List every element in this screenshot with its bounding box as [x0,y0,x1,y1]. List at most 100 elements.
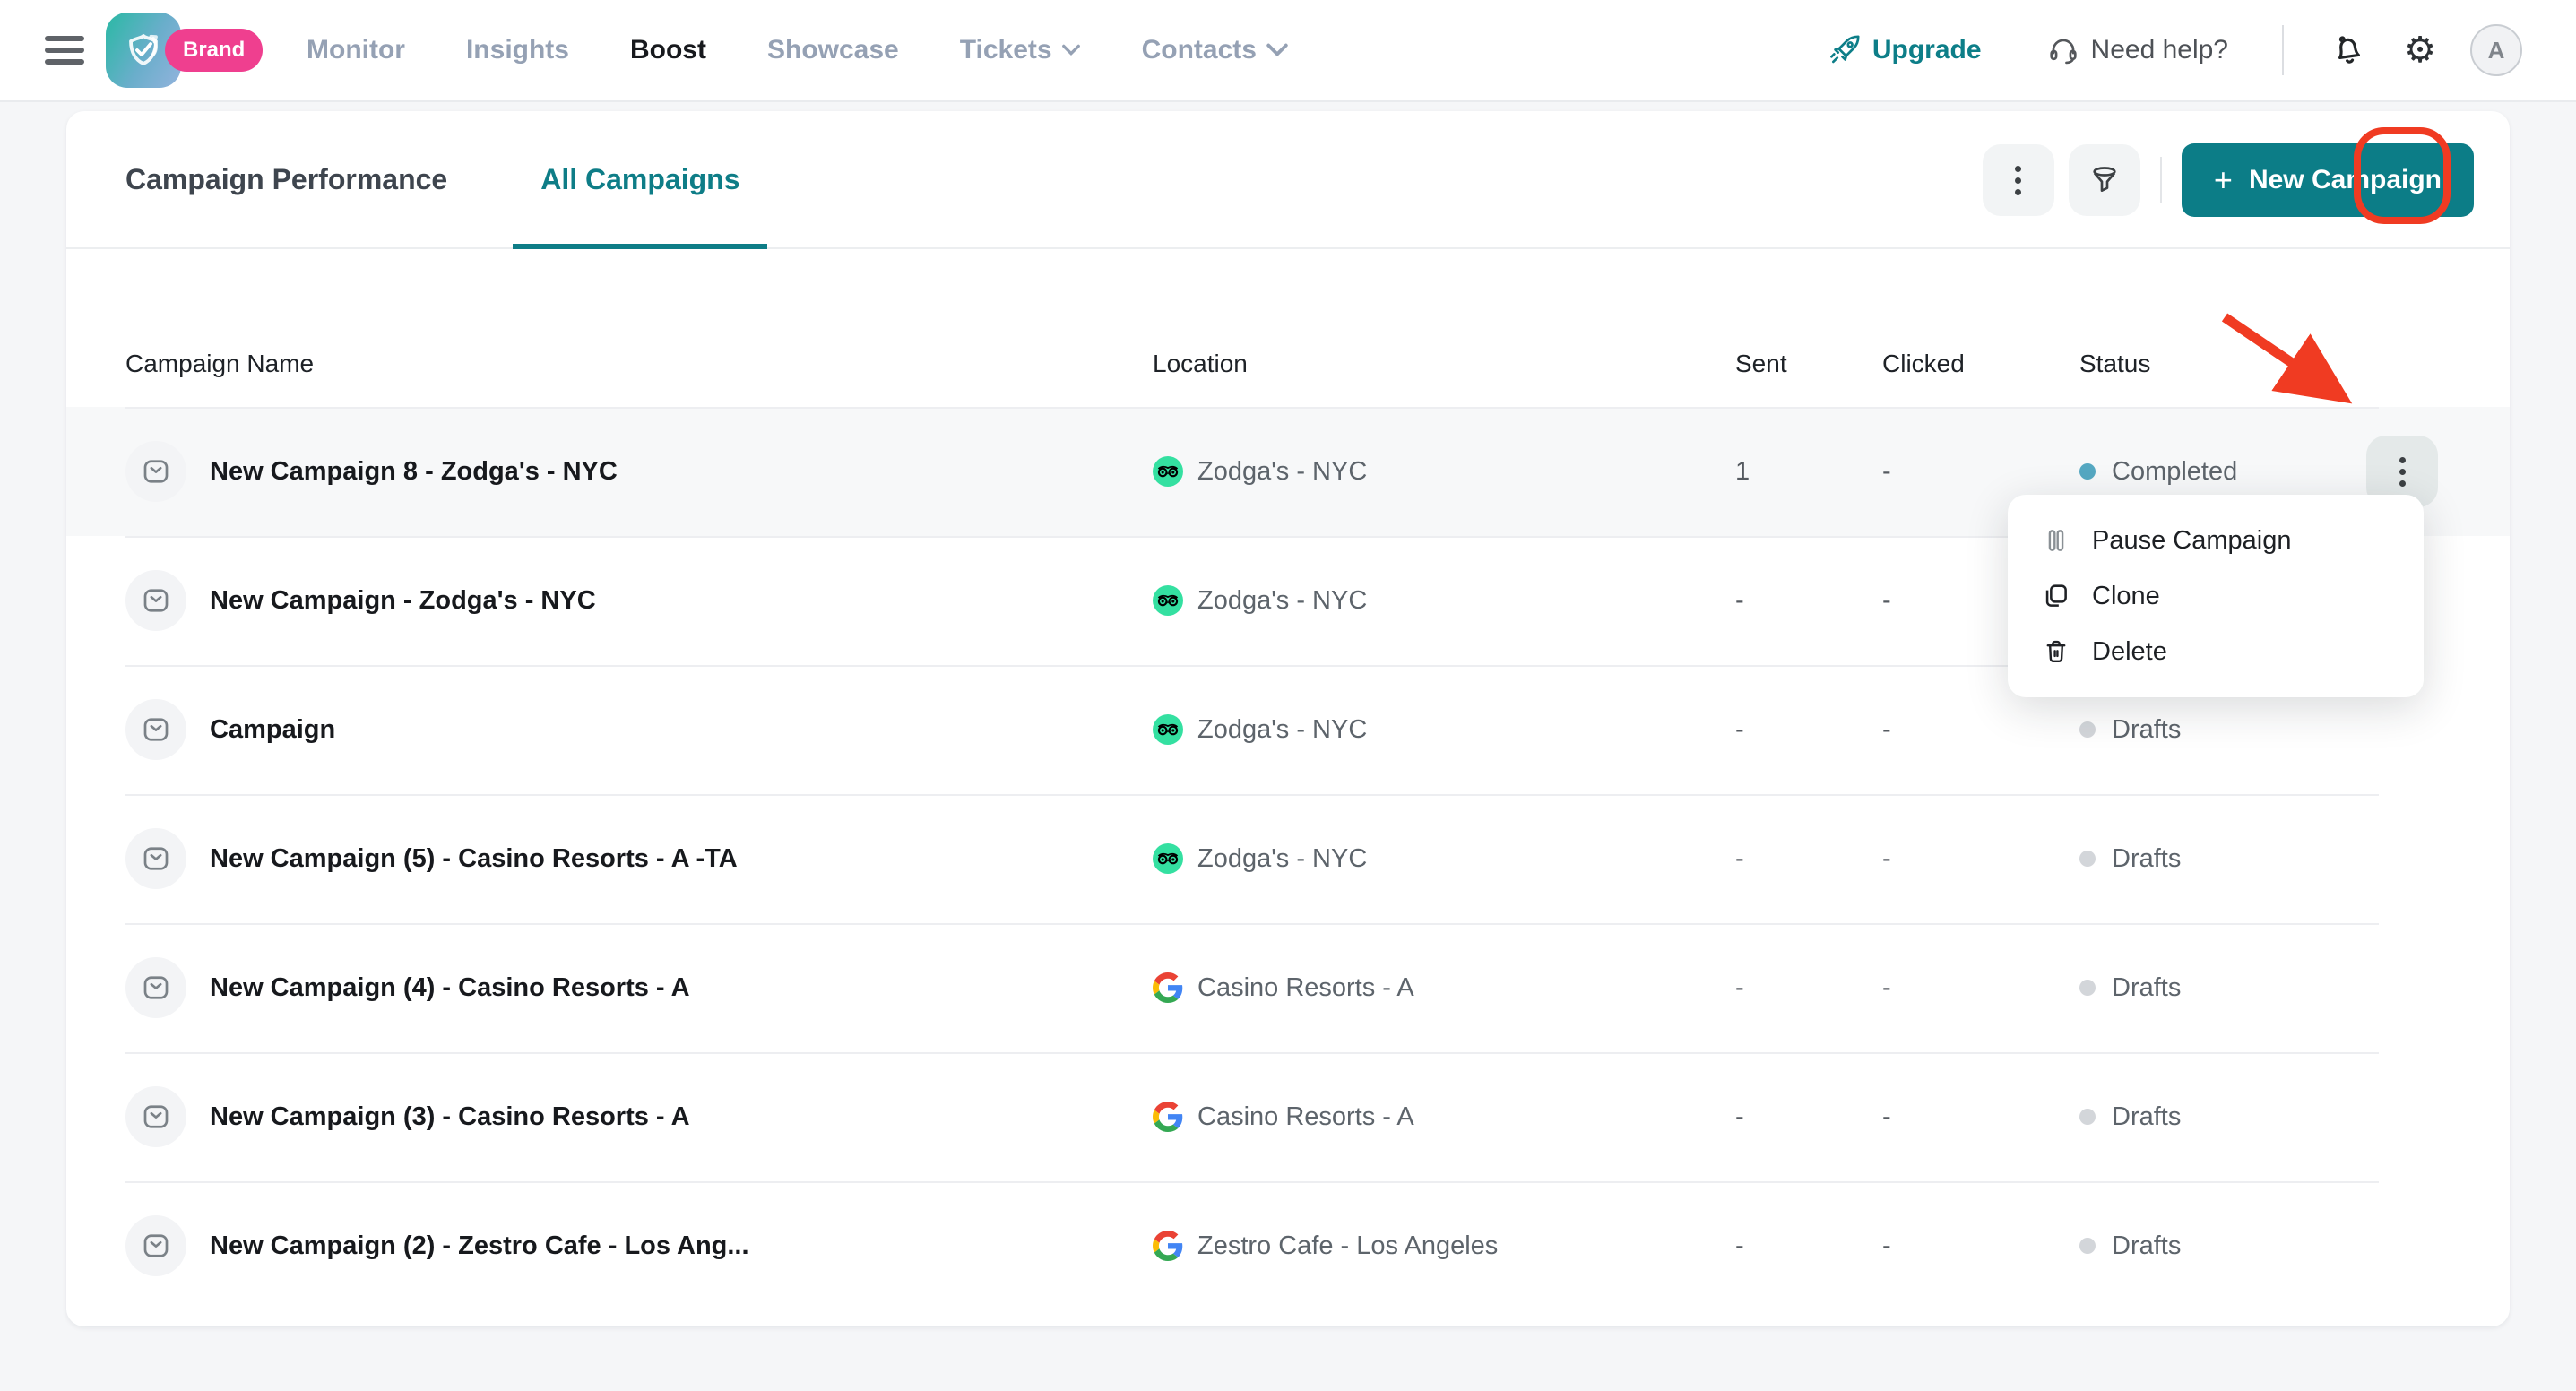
campaigns-card: Campaign Performance All Campaigns + New… [66,111,2510,1326]
sent-value: - [1735,714,1744,744]
context-menu-item[interactable]: Pause Campaign [2008,513,2424,568]
tab-campaign-performance[interactable]: Campaign Performance [125,111,447,247]
google-icon [1153,1102,1183,1132]
sent-value: - [1735,585,1744,615]
location-label: Zodga's - NYC [1197,456,1368,486]
location-label: Zodga's - NYC [1197,585,1368,615]
plus-icon: + [2213,161,2233,198]
table-row[interactable]: New Campaign (3) - Casino Resorts - A Ca… [66,1052,2510,1181]
campaign-name: New Campaign 8 - Zodga's - NYC [210,456,618,486]
upgrade-link[interactable]: Upgrade [1828,33,1982,67]
campaign-name: New Campaign (5) - Casino Resorts - A -T… [210,843,738,873]
location-label: Zodga's - NYC [1197,843,1368,873]
status-cell: Drafts [2079,844,2357,874]
campaign-envelope-icon [125,441,186,502]
status-cell: Drafts [2079,1102,2357,1132]
settings-gear-icon[interactable]: ⚙ [2399,29,2442,72]
clicked-value: - [1882,1102,1891,1131]
campaign-name: New Campaign (4) - Casino Resorts - A [210,972,690,1002]
campaign-envelope-icon [125,828,186,889]
clicked-value: - [1882,972,1891,1002]
app-logo[interactable]: Brand [106,13,264,88]
sent-value: - [1735,1102,1744,1131]
nav-right-cluster: Upgrade Need help? ⚙ A [1828,24,2522,76]
status-cell: Drafts [2079,715,2357,745]
status-label: Drafts [2112,1102,2182,1131]
row-context-menu: Pause Campaign Clone Delete [2008,495,2424,697]
tab-all-campaigns[interactable]: All Campaigns [540,111,739,247]
brand-badge: Brand [165,29,264,72]
column-status: Status [2079,350,2151,377]
table-header: Campaign Name Location Sent Clicked Stat… [66,249,2510,407]
nav-item-contacts[interactable]: Contacts [1142,35,1289,65]
filter-button[interactable] [2068,144,2140,216]
nav-item-tickets[interactable]: Tickets [960,35,1081,65]
status-cell: Drafts [2079,973,2357,1003]
campaign-envelope-icon [125,699,186,760]
pause-icon [2040,524,2072,557]
rocket-icon [1829,35,1860,64]
chevron-down-icon [1266,43,1288,57]
new-campaign-button[interactable]: + New Campaign [2181,143,2474,217]
status-label: Drafts [2112,1231,2182,1260]
sent-value: - [1735,1231,1744,1260]
kebab-icon [2015,165,2022,195]
nav-item-monitor[interactable]: Monitor [307,35,405,65]
kebab-icon [2399,456,2406,487]
campaign-name: New Campaign - Zodga's - NYC [210,585,596,615]
clicked-value: - [1882,456,1891,486]
chevron-down-icon [1061,44,1080,56]
status-dot-icon [2079,980,2096,996]
tripadvisor-icon [1153,714,1183,745]
column-clicked: Clicked [1882,350,1965,377]
hamburger-menu-icon[interactable] [45,36,84,65]
status-cell: Completed [2079,457,2357,487]
status-dot-icon [2079,1238,2096,1254]
clicked-value: - [1882,1231,1891,1260]
app-window: Brand Monitor Insights Boost Showcase Ti… [0,0,2576,1391]
sent-value: - [1735,843,1744,873]
notifications-bell-icon[interactable] [2327,29,2370,72]
table-row[interactable]: New Campaign (4) - Casino Resorts - A Ca… [66,923,2510,1052]
google-icon [1153,1231,1183,1261]
top-navigation: Brand Monitor Insights Boost Showcase Ti… [0,0,2576,102]
status-dot-icon [2079,851,2096,867]
status-label: Drafts [2112,714,2182,744]
campaign-envelope-icon [125,957,186,1018]
campaign-envelope-icon [125,570,186,631]
sent-value: 1 [1735,456,1750,486]
toolbar-divider [2159,157,2162,203]
nav-item-insights[interactable]: Insights [466,35,569,65]
context-menu-item-label: Clone [2092,581,2160,610]
nav-item-showcase[interactable]: Showcase [767,35,899,65]
google-icon [1153,972,1183,1003]
table-row[interactable]: New Campaign (2) - Zestro Cafe - Los Ang… [66,1181,2510,1310]
status-dot-icon [2079,721,2096,738]
campaign-envelope-icon [125,1215,186,1276]
more-options-button[interactable] [1982,144,2054,216]
trash-icon [2040,635,2072,668]
campaign-name: New Campaign (3) - Casino Resorts - A [210,1102,690,1131]
column-campaign-name: Campaign Name [125,350,315,377]
clicked-value: - [1882,843,1891,873]
nav-divider [2282,25,2284,75]
campaign-name: Campaign [210,714,336,744]
status-dot-icon [2079,463,2096,480]
nav-item-boost[interactable]: Boost [630,35,706,65]
status-cell: Drafts [2079,1231,2357,1261]
user-avatar[interactable]: A [2470,24,2522,76]
context-menu-item[interactable]: Clone [2008,568,2424,624]
sent-value: - [1735,972,1744,1002]
context-menu-item[interactable]: Delete [2008,624,2424,679]
status-label: Drafts [2112,972,2182,1002]
need-help-link[interactable]: Need help? [2046,33,2228,67]
location-label: Zodga's - NYC [1197,714,1368,744]
tripadvisor-icon [1153,456,1183,487]
location-label: Zestro Cafe - Los Angeles [1197,1231,1499,1260]
clicked-value: - [1882,714,1891,744]
clone-icon [2040,580,2072,612]
table-row[interactable]: New Campaign (5) - Casino Resorts - A -T… [66,794,2510,923]
campaign-name: New Campaign (2) - Zestro Cafe - Los Ang… [210,1231,749,1260]
location-label: Casino Resorts - A [1197,1102,1414,1131]
card-toolbar: + New Campaign [1982,143,2474,217]
